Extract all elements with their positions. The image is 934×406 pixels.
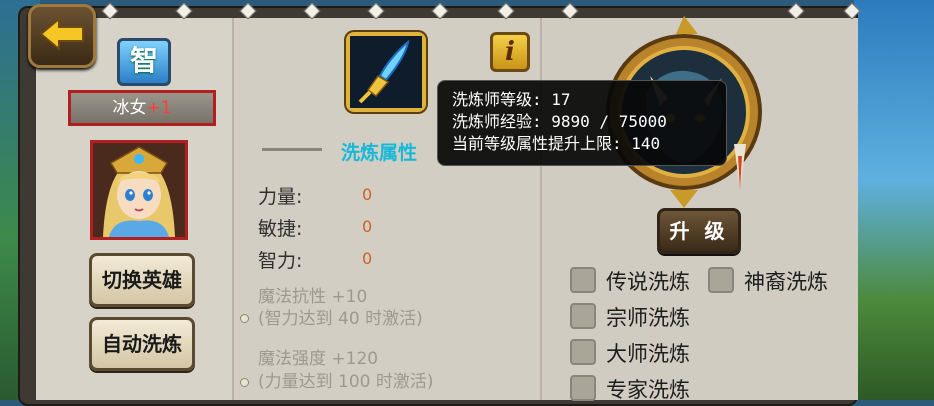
checkbox-master-wash[interactable] [570,339,596,365]
background-right [854,0,934,400]
stat-intelligence-value: 0 [362,249,373,268]
intelligence-badge: 智 [117,38,171,86]
option-label-grandmaster: 宗师洗炼 [606,306,690,330]
hero-name: 冰女 [112,98,147,118]
stat-strength-value: 0 [362,185,373,204]
checkbox-expert-wash[interactable] [570,375,596,401]
stat-intelligence-label: 智力: [258,250,303,272]
tooltip-level: 洗炼师等级: 17 [452,90,571,109]
locked-attr-magic-power: 魔法强度 +120 [258,349,379,369]
checkbox-grandmaster-wash[interactable] [570,303,596,329]
stat-agility-label: 敏捷: [258,218,303,240]
bullet-icon [240,314,249,323]
locked-attr-condition: (力量达到 100 时激活) [258,372,434,392]
stat-agility-value: 0 [362,217,373,236]
checkbox-divine-wash[interactable] [708,267,734,293]
option-label-legendary: 传说洗炼 [606,270,690,294]
title-divider [262,148,322,151]
checkbox-legendary-wash[interactable] [570,267,596,293]
option-label-divine: 神裔洗炼 [744,270,828,294]
ice-spear-icon [350,36,422,108]
tooltip-attribute-cap: 当前等级属性提升上限: 140 [452,134,661,153]
info-button[interactable]: i [490,32,530,72]
crystal-maiden-portrait [93,143,185,237]
auto-wash-button[interactable]: 自动洗炼 [89,317,195,371]
switch-hero-button[interactable]: 切换英雄 [89,253,195,307]
hero-bonus: +1 [146,98,172,118]
back-button[interactable] [28,4,96,68]
stat-strength-label: 力量: [258,186,303,208]
bullet-icon [240,378,249,387]
washer-level-tooltip: 洗炼师等级: 17 洗炼师经验: 9890 / 75000 当前等级属性提升上限… [437,80,727,166]
hero-portrait[interactable] [90,140,188,240]
tooltip-experience: 洗炼师经验: 9890 / 75000 [452,112,667,131]
wash-attributes-title: 洗炼属性 [341,142,418,164]
option-label-master: 大师洗炼 [606,342,690,366]
upgrade-button[interactable]: 升 级 [657,208,741,254]
hero-name-plate: 冰女+1 [68,90,216,126]
back-arrow-icon [39,17,84,51]
equipment-slot[interactable] [346,32,426,112]
locked-attr-condition: (智力达到 40 时激活) [258,309,423,329]
